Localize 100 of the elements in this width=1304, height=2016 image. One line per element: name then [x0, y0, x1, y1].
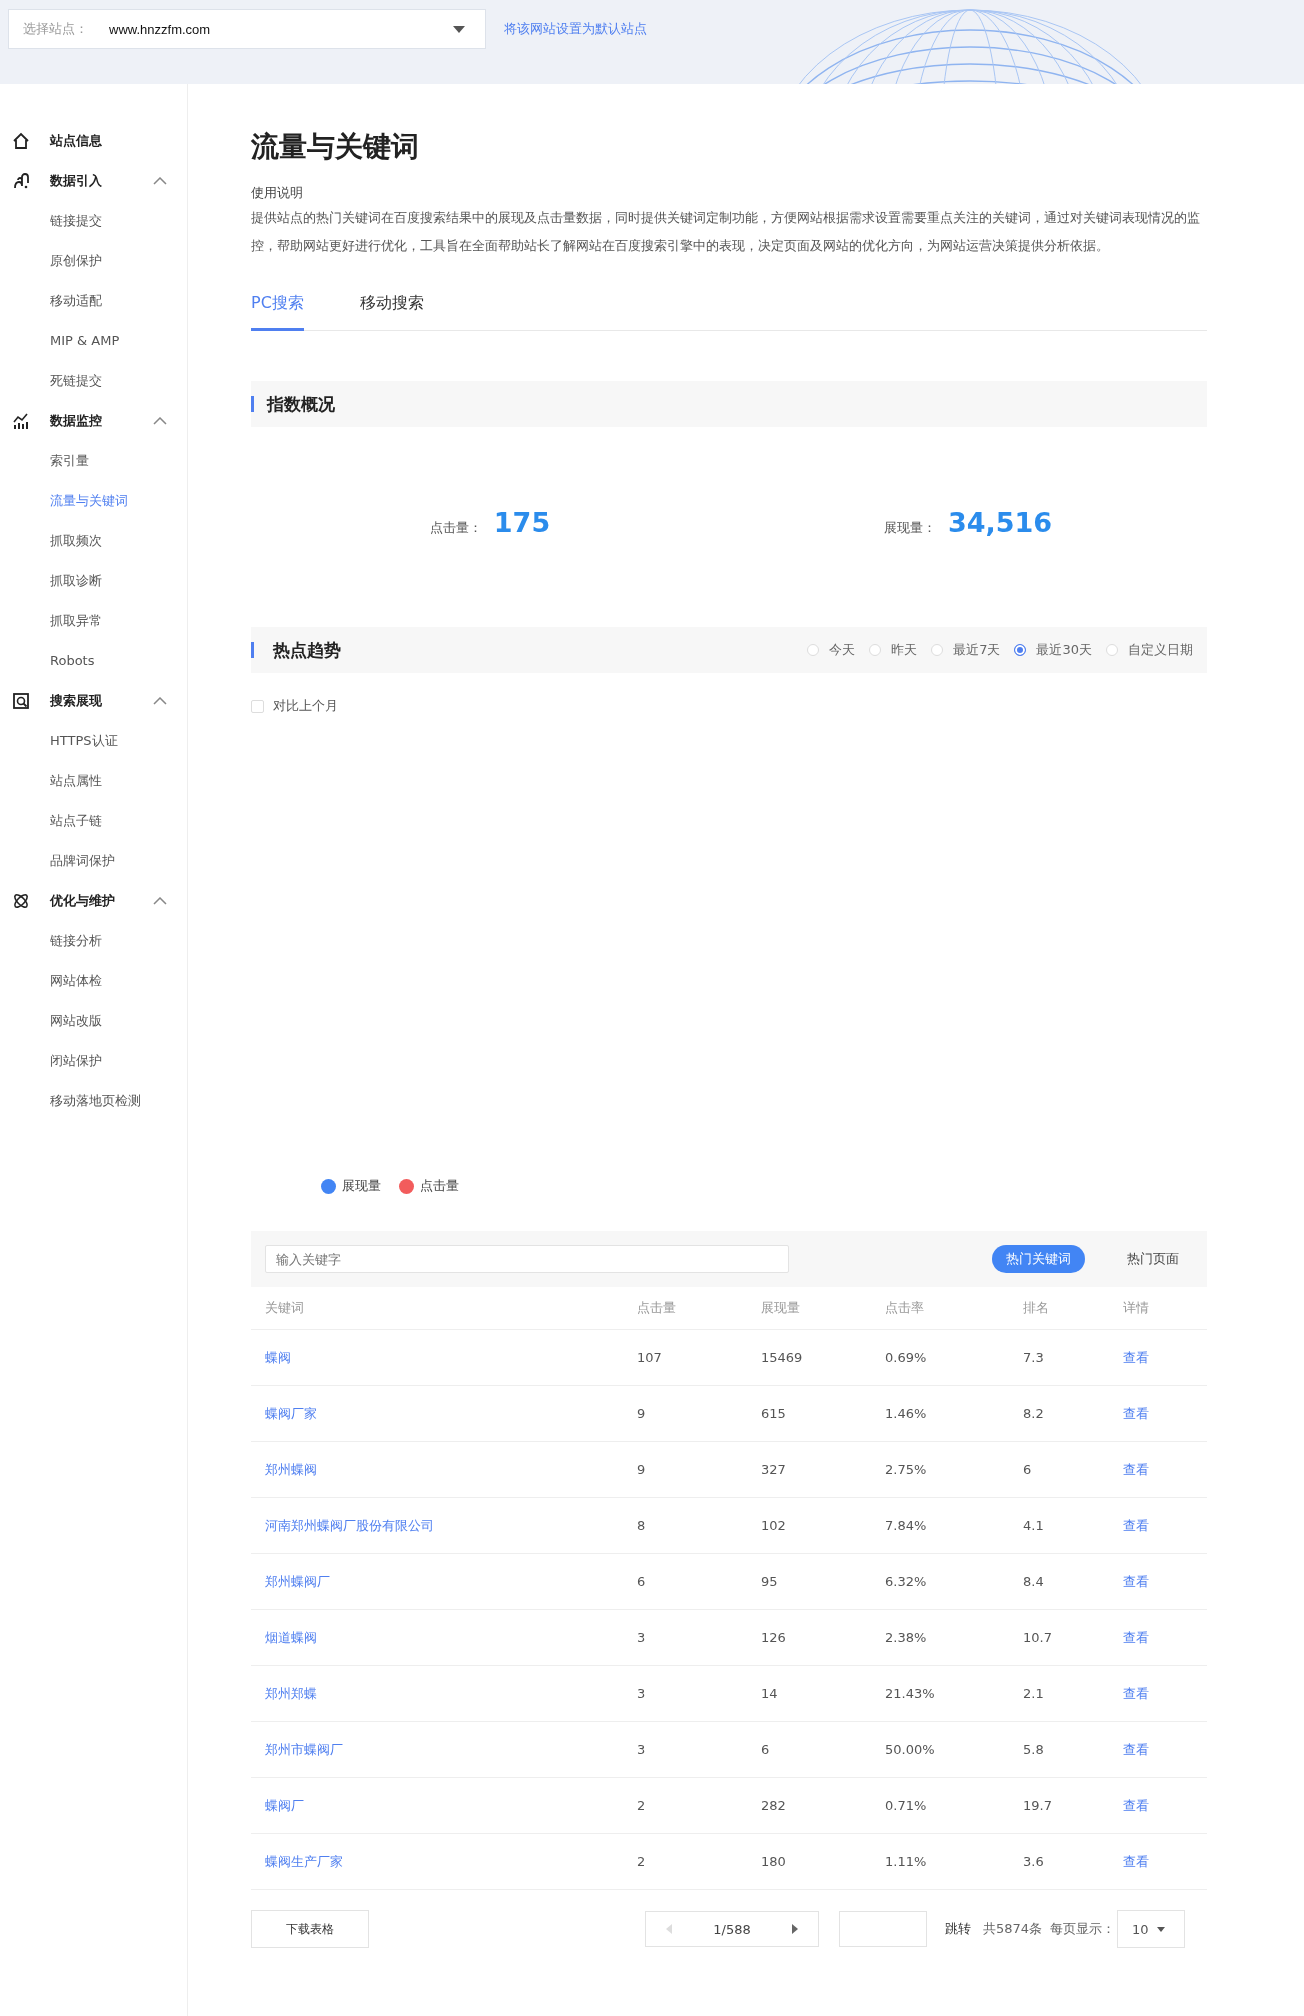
- home-icon: [12, 132, 30, 150]
- sidebar-item[interactable]: 网站改版: [0, 1001, 187, 1041]
- sidebar-item[interactable]: 移动适配: [0, 281, 187, 321]
- range-radio[interactable]: 最近30天: [1014, 641, 1092, 659]
- sidebar-group[interactable]: 搜索展现: [0, 681, 187, 721]
- view-link[interactable]: 查看: [1123, 1740, 1149, 1759]
- section-title: 指数概况: [267, 392, 335, 416]
- sidebar-group[interactable]: 站点信息: [0, 121, 187, 161]
- keyword-link[interactable]: 郑州市蝶阀厂: [265, 1740, 637, 1759]
- sidebar-item[interactable]: 索引量: [0, 441, 187, 481]
- keyword-link[interactable]: 郑州郑蝶: [265, 1684, 637, 1703]
- view-link[interactable]: 查看: [1123, 1460, 1149, 1479]
- table-cell-text: 21.43%: [885, 1686, 936, 1701]
- compare-checkbox[interactable]: 对比上个月: [251, 697, 1207, 715]
- sidebar-item[interactable]: MIP & AMP: [0, 321, 187, 361]
- keyword-link[interactable]: 烟道蝶阀: [265, 1628, 637, 1647]
- view-link[interactable]: 查看: [1123, 1404, 1149, 1423]
- table-cell-text: 2.75%: [885, 1462, 928, 1477]
- jump-button[interactable]: 跳转: [937, 1920, 979, 1938]
- column-header: 展现量: [761, 1299, 801, 1317]
- stat-label: 展现量：: [883, 518, 936, 537]
- keyword-link[interactable]: 蝶阀厂家: [265, 1404, 637, 1423]
- sidebar-item[interactable]: 移动落地页检测: [0, 1081, 187, 1121]
- chart-icon: [12, 412, 30, 430]
- keyword-link[interactable]: 郑州蝶阀: [265, 1460, 637, 1479]
- table-cell-text: 2: [637, 1798, 647, 1813]
- table-cell-text: 126: [761, 1630, 787, 1645]
- keyword-link[interactable]: 蝶阀: [265, 1348, 637, 1367]
- view-toggle-button[interactable]: 热门页面: [1113, 1245, 1193, 1273]
- sidebar-item[interactable]: 死链提交: [0, 361, 187, 401]
- range-radio[interactable]: 昨天: [869, 641, 918, 659]
- sidebar-group-label: 数据监控: [50, 412, 103, 430]
- view-link[interactable]: 查看: [1123, 1572, 1149, 1591]
- sidebar-item[interactable]: 网站体检: [0, 961, 187, 1001]
- tab[interactable]: 移动搜索: [359, 288, 424, 331]
- table-cell-text: 2.1: [1023, 1686, 1045, 1701]
- column-header: 点击率: [885, 1299, 925, 1317]
- sidebar-item[interactable]: 链接分析: [0, 921, 187, 961]
- column-header: 关键词: [265, 1299, 305, 1317]
- sidebar-item[interactable]: 站点子链: [0, 801, 187, 841]
- range-radio[interactable]: 今天: [807, 641, 856, 659]
- search-icon: [12, 692, 30, 710]
- keyword-link[interactable]: 河南郑州蝶阀厂股份有限公司: [265, 1516, 637, 1535]
- keyword-link[interactable]: 蝶阀厂: [265, 1796, 637, 1815]
- view-link[interactable]: 查看: [1123, 1516, 1149, 1535]
- per-page-label: 每页显示：: [1050, 1920, 1116, 1938]
- range-radio[interactable]: 最近7天: [931, 641, 1001, 659]
- view-link[interactable]: 查看: [1123, 1852, 1149, 1871]
- sidebar-item[interactable]: 抓取频次: [0, 521, 187, 561]
- sidebar-item[interactable]: 链接提交: [0, 201, 187, 241]
- stat-value: 175: [493, 506, 551, 538]
- dropdown-caret-icon: [1156, 1926, 1165, 1932]
- download-button[interactable]: 下载表格: [251, 1910, 369, 1948]
- table-cell-text: 2: [637, 1854, 647, 1869]
- table-cell-text: 5.8: [1023, 1742, 1045, 1757]
- table-cell-text: 8.2: [1023, 1406, 1045, 1421]
- column-header: 排名: [1023, 1299, 1050, 1317]
- table-cell-text: 15469: [761, 1350, 804, 1365]
- sidebar-item[interactable]: 抓取诊断: [0, 561, 187, 601]
- sidebar-group[interactable]: 数据监控: [0, 401, 187, 441]
- sidebar-item[interactable]: 闭站保护: [0, 1041, 187, 1081]
- sidebar-group-label: 优化与维护: [50, 892, 116, 910]
- sidebar-item[interactable]: HTTPS认证: [0, 721, 187, 761]
- sidebar-item[interactable]: 抓取异常: [0, 601, 187, 641]
- keyword-search-field[interactable]: 输入关键字: [265, 1245, 789, 1273]
- table-cell-text: 8: [637, 1518, 647, 1533]
- column-header: 详情: [1123, 1299, 1149, 1317]
- view-toggle-button[interactable]: 热门关键词: [992, 1245, 1085, 1273]
- table-cell-text: 50.00%: [885, 1742, 936, 1757]
- sidebar-group[interactable]: 数据引入: [0, 161, 187, 201]
- dropdown-caret-icon: [453, 25, 465, 33]
- stat-label: 点击量：: [429, 518, 482, 537]
- per-page-select[interactable]: 10: [1117, 1910, 1186, 1948]
- sidebar-item[interactable]: 原创保护: [0, 241, 187, 281]
- table-cell-text: 95: [761, 1574, 779, 1589]
- view-link[interactable]: 查看: [1123, 1796, 1149, 1815]
- table-cell-text: 180: [761, 1854, 787, 1869]
- sidebar-group[interactable]: 优化与维护: [0, 881, 187, 921]
- sidebar-item[interactable]: 品牌词保护: [0, 841, 187, 881]
- tab[interactable]: PC搜索: [251, 288, 304, 331]
- sidebar-item[interactable]: 站点属性: [0, 761, 187, 801]
- table-cell-text: 1.46%: [885, 1406, 928, 1421]
- view-link[interactable]: 查看: [1123, 1684, 1149, 1703]
- table-cell-text: 0.69%: [885, 1350, 928, 1365]
- table-cell-text: 3: [637, 1630, 647, 1645]
- sidebar-item[interactable]: 流量与关键词: [0, 481, 187, 521]
- stat-value: 34,516: [947, 506, 1053, 538]
- sidebar-item[interactable]: Robots: [0, 641, 187, 681]
- site-select-label: 选择站点：: [23, 20, 89, 38]
- page-jump-field[interactable]: [839, 1911, 927, 1947]
- view-link[interactable]: 查看: [1123, 1628, 1149, 1647]
- sidebar-group-label: 搜索展现: [50, 692, 103, 710]
- table-cell-text: 282: [761, 1798, 787, 1813]
- table-cell-text: 0.71%: [885, 1798, 928, 1813]
- keyword-link[interactable]: 蝶阀生产厂家: [265, 1852, 637, 1871]
- view-link[interactable]: 查看: [1123, 1348, 1149, 1367]
- keyword-link[interactable]: 郑州蝶阀厂: [265, 1572, 637, 1591]
- table-cell-text: 3: [637, 1686, 647, 1701]
- range-radio[interactable]: 自定义日期: [1106, 641, 1193, 659]
- site-select[interactable]: 选择站点： www.hnzzfm.com: [8, 9, 486, 49]
